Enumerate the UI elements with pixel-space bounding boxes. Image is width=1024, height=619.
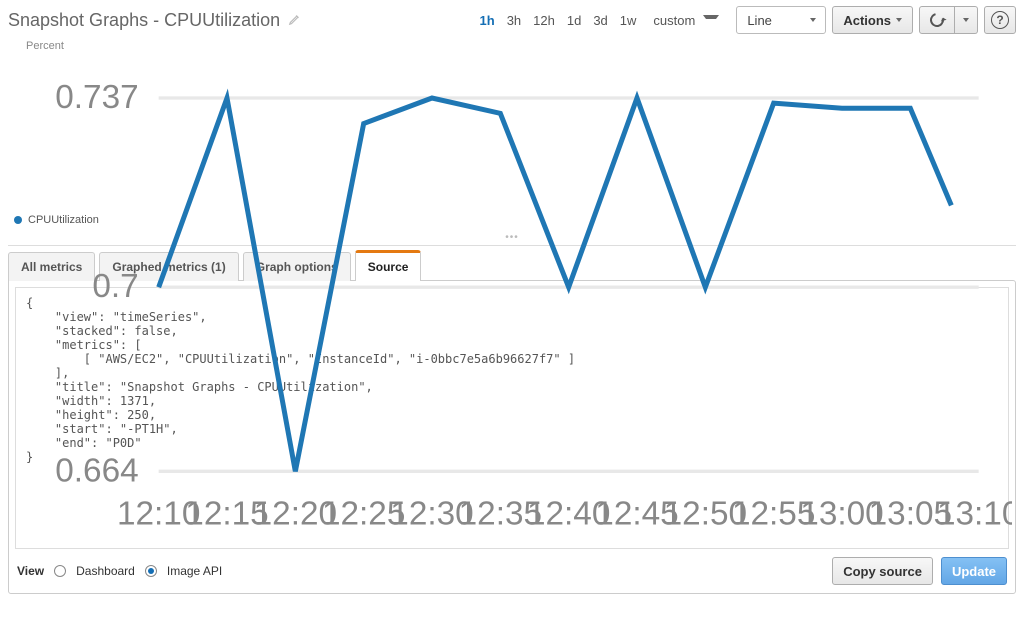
- radio-image-api[interactable]: [145, 565, 157, 577]
- svg-text:13:10: 13:10: [937, 496, 1012, 533]
- actions-button[interactable]: Actions: [832, 6, 913, 34]
- chart-type-value: Line: [747, 13, 772, 28]
- refresh-icon: [927, 10, 946, 29]
- range-custom[interactable]: custom: [643, 7, 724, 34]
- radio-dashboard[interactable]: [54, 565, 66, 577]
- chevron-down-icon: [703, 15, 719, 25]
- range-custom-label: custom: [648, 10, 700, 31]
- chart-type-select[interactable]: Line: [736, 6, 826, 34]
- range-1w[interactable]: 1w: [615, 10, 642, 31]
- view-label: View: [17, 564, 44, 578]
- chevron-down-icon: [963, 18, 969, 22]
- range-1d[interactable]: 1d: [562, 10, 586, 31]
- refresh-interval-button[interactable]: [955, 6, 978, 34]
- actions-label: Actions: [843, 13, 891, 28]
- page-title: Snapshot Graphs - CPUUtilization: [8, 10, 280, 31]
- refresh-button[interactable]: [919, 6, 955, 34]
- update-button[interactable]: Update: [941, 557, 1007, 585]
- range-12h[interactable]: 12h: [528, 10, 560, 31]
- help-icon: ?: [991, 11, 1009, 29]
- radio-dashboard-label: Dashboard: [76, 564, 135, 578]
- svg-text:0.664: 0.664: [55, 452, 138, 489]
- time-range-picker: 1h 3h 12h 1d 3d 1w custom: [475, 7, 725, 34]
- range-3h[interactable]: 3h: [502, 10, 526, 31]
- chevron-down-icon: [810, 18, 816, 22]
- help-button[interactable]: ?: [984, 6, 1016, 34]
- chart-area: Percent 0.6640.70.73712:1012:1512:2012:2…: [12, 38, 1012, 208]
- chevron-down-icon: [896, 18, 902, 22]
- range-3d[interactable]: 3d: [588, 10, 612, 31]
- range-1h[interactable]: 1h: [475, 10, 500, 31]
- line-chart[interactable]: 0.6640.70.73712:1012:1512:2012:2512:3012…: [12, 38, 1012, 538]
- svg-text:0.7: 0.7: [92, 268, 138, 305]
- radio-image-api-label: Image API: [167, 564, 222, 578]
- edit-title-icon[interactable]: [288, 12, 302, 29]
- svg-text:0.737: 0.737: [55, 79, 138, 116]
- copy-source-button[interactable]: Copy source: [832, 557, 933, 585]
